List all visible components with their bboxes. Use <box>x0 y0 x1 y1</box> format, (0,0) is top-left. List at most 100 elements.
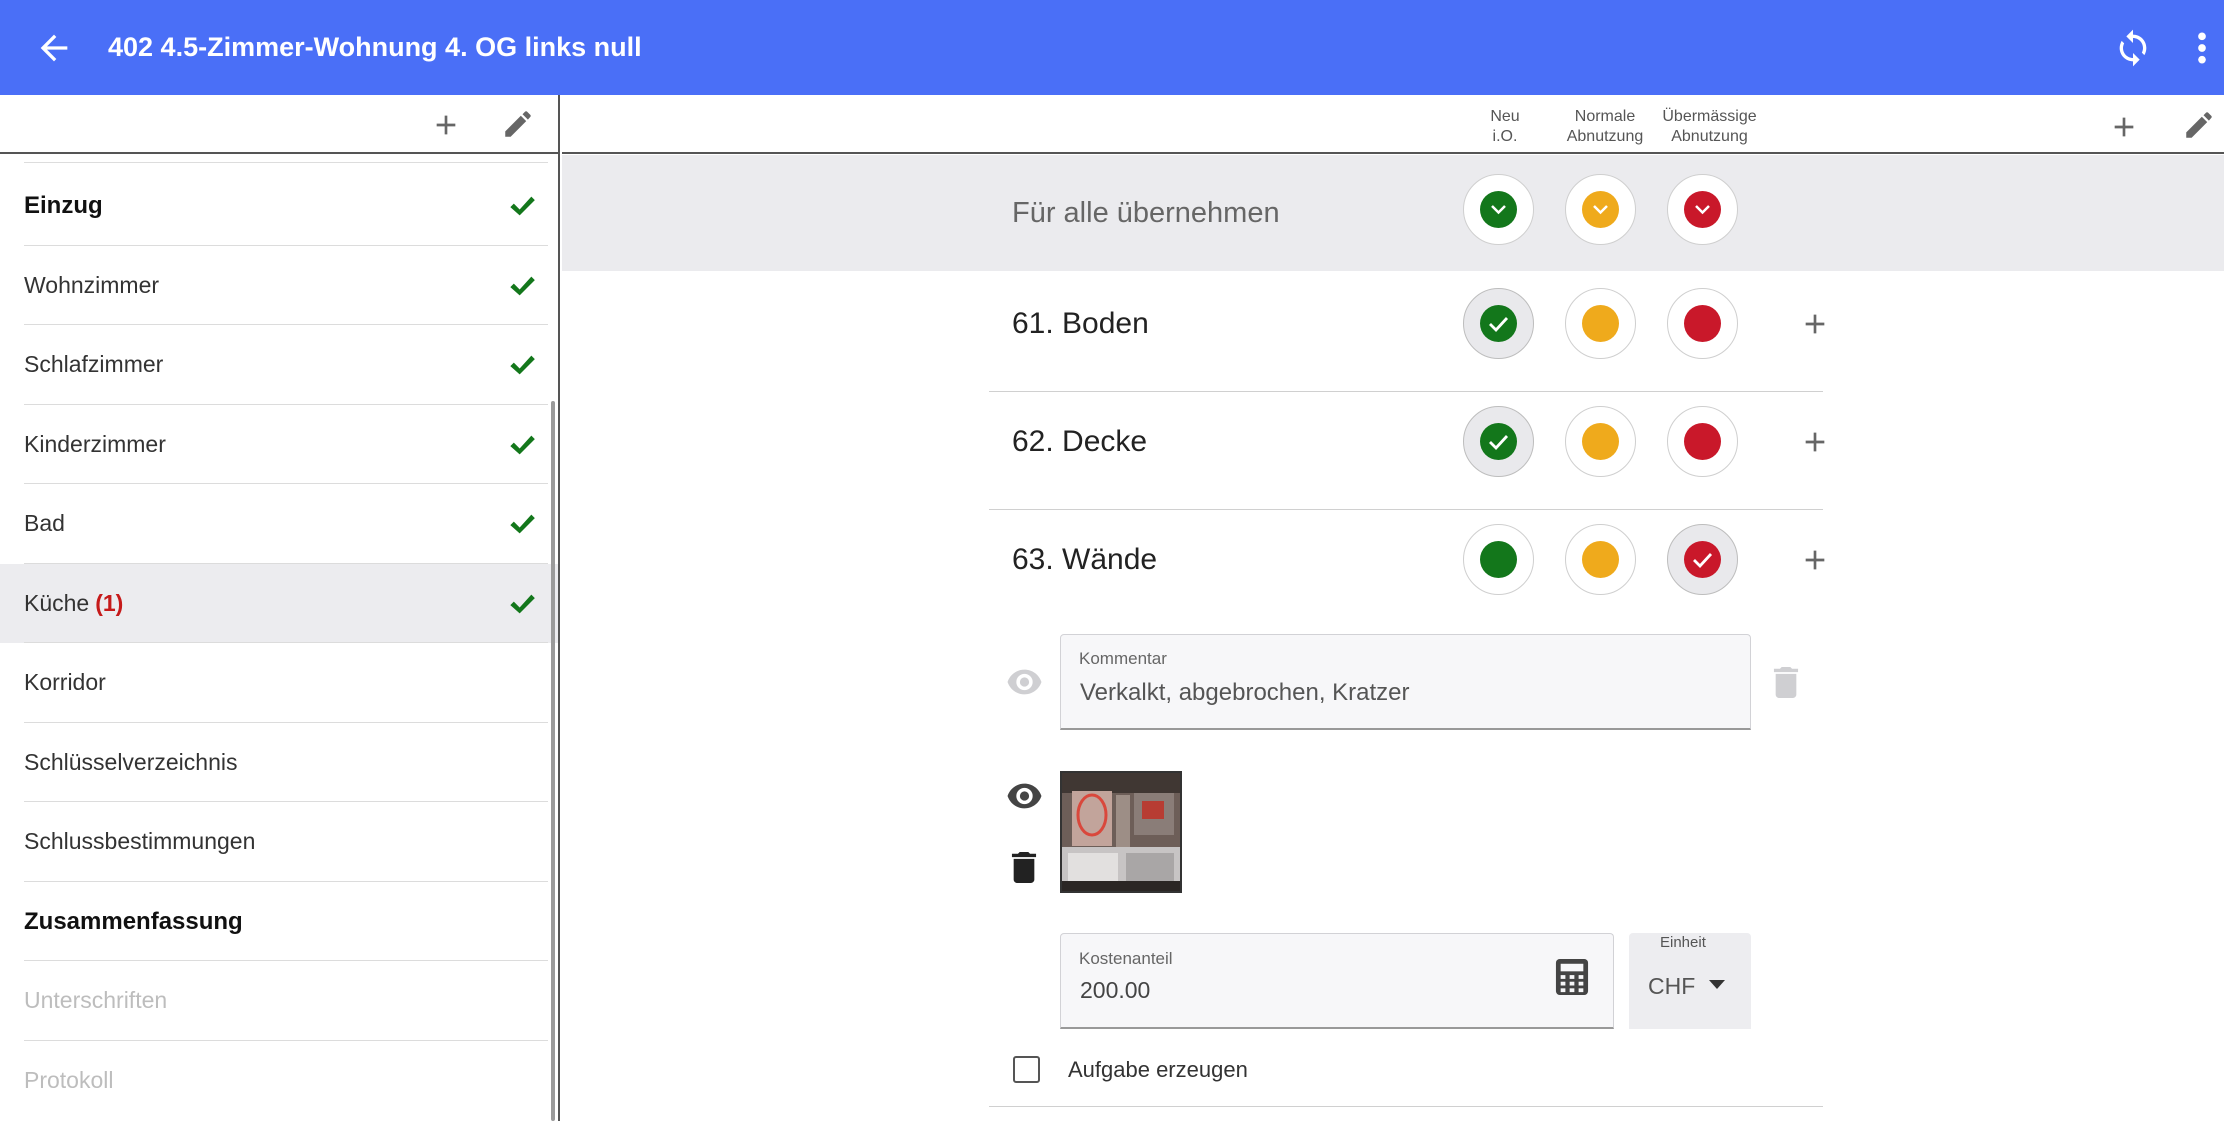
rating-green-button[interactable] <box>1463 524 1534 595</box>
check-icon <box>510 594 535 613</box>
column-neu-line1: Neu <box>1490 108 1520 125</box>
sidebar-toolbar <box>0 95 558 154</box>
rating-orange-button[interactable] <box>1565 406 1636 477</box>
item-row-boden: 61. Boden <box>989 274 1825 392</box>
trash-icon[interactable] <box>1773 667 1799 698</box>
sidebar-item-text: Küche <box>24 589 90 616</box>
more-vertical-icon[interactable] <box>2190 28 2214 68</box>
sidebar-item-label: Zusammenfassung <box>24 907 243 935</box>
apply-all-row: Für alle übernehmen <box>562 155 2224 271</box>
sidebar-item-label: Korridor <box>24 669 106 695</box>
sidebar-item-label: Schlussbestimmungen <box>24 828 256 854</box>
rating-green-button[interactable] <box>1463 288 1534 359</box>
column-neu: Neu i.O. <box>1470 107 1540 147</box>
rating-red-button[interactable] <box>1667 288 1738 359</box>
check-icon <box>1489 317 1509 333</box>
check-icon <box>510 514 535 534</box>
add-icon[interactable] <box>1799 308 1831 340</box>
section-list: Einzug Wohnzimmer Schlafzimmer Kinderzim… <box>0 162 558 1121</box>
comment-caption: Kommentar <box>1079 649 1167 668</box>
sidebar-item-protokoll: Protokoll <box>0 1041 558 1121</box>
rating-red-button[interactable] <box>1667 524 1738 595</box>
sidebar-item-einzug[interactable]: Einzug <box>0 166 558 246</box>
sidebar-item-unterschriften: Unterschriften <box>0 961 558 1041</box>
divider <box>989 1106 1823 1107</box>
item-row-waende: 63. Wände <box>989 510 1825 614</box>
item-label: 63. Wände <box>1012 543 1158 576</box>
cost-caption: Kostenanteil <box>1079 949 1173 968</box>
comment-field[interactable]: Kommentar Verkalkt, abgebrochen, Kratzer <box>1060 634 1751 730</box>
kitchen-photo-image <box>1062 773 1180 891</box>
comment-value: Verkalkt, abgebrochen, Kratzer <box>1080 679 1410 706</box>
sidebar-item-bad[interactable]: Bad <box>0 484 558 564</box>
check-icon <box>1489 435 1509 451</box>
rating-green-button[interactable] <box>1463 406 1534 477</box>
add-icon[interactable] <box>1799 426 1831 458</box>
sidebar-item-label: Küche (1) <box>24 564 123 644</box>
sidebar-item-label: Kinderzimmer <box>24 430 166 457</box>
calculator-icon[interactable] <box>1555 958 1589 996</box>
item-row-decke: 62. Decke <box>989 392 1825 510</box>
rating-orange-button[interactable] <box>1565 524 1636 595</box>
sidebar-item-kueche[interactable]: Küche (1) <box>0 563 558 644</box>
pencil-icon[interactable] <box>2182 108 2216 142</box>
sidebar-item-schluesselverzeichnis[interactable]: Schlüsselverzeichnis <box>0 723 558 802</box>
chevron-down-icon <box>1593 205 1608 215</box>
check-icon <box>510 435 535 454</box>
cost-value: 200.00 <box>1080 977 1151 1003</box>
issue-count-badge: (1) <box>95 589 124 616</box>
unit-value: CHF <box>1648 973 1696 999</box>
eye-icon[interactable] <box>1006 667 1043 697</box>
apply-all-orange-button[interactable] <box>1565 174 1636 245</box>
sidebar-item-wohnzimmer[interactable]: Wohnzimmer <box>0 246 558 325</box>
eye-icon[interactable] <box>1006 781 1043 811</box>
app-bar: 402 4.5-Zimmer-Wohnung 4. OG links null <box>0 0 2224 95</box>
apply-all-red-button[interactable] <box>1667 174 1738 245</box>
sidebar-item-schlussbestimmungen[interactable]: Schlussbestimmungen <box>0 802 558 882</box>
sidebar: Einzug Wohnzimmer Schlafzimmer Kinderzim… <box>0 95 560 1121</box>
sidebar-item-label: Schlafzimmer <box>24 351 164 377</box>
apply-all-green-button[interactable] <box>1463 174 1534 245</box>
column-excess: Übermässige Abnutzung <box>1642 107 1777 147</box>
check-icon <box>510 276 535 295</box>
check-icon <box>1693 553 1713 569</box>
rating-orange-button[interactable] <box>1565 288 1636 359</box>
rating-red-button[interactable] <box>1667 406 1738 477</box>
sidebar-item-schlafzimmer[interactable]: Schlafzimmer <box>0 325 558 405</box>
sidebar-item-label: Bad <box>24 510 65 536</box>
unit-select[interactable]: Einheit CHF <box>1629 933 1751 1029</box>
item-label: 61. Boden <box>1012 307 1149 340</box>
sidebar-item-label: Unterschriften <box>24 987 168 1013</box>
check-icon <box>510 196 535 216</box>
item-label: 62. Decke <box>1012 425 1148 458</box>
add-icon[interactable] <box>430 109 462 141</box>
apply-all-label: Für alle übernehmen <box>1012 197 1280 229</box>
create-task-checkbox[interactable] <box>1013 1056 1040 1083</box>
create-task-label: Aufgabe erzeugen <box>1068 1057 1248 1082</box>
sync-icon[interactable] <box>2113 28 2153 68</box>
add-icon[interactable] <box>1799 544 1831 576</box>
sidebar-item-label: Schlüsselverzeichnis <box>24 748 238 775</box>
sidebar-item-label: Wohnzimmer <box>24 271 160 298</box>
arrow-left-icon[interactable] <box>34 28 74 68</box>
sidebar-scrollbar[interactable] <box>551 401 555 1121</box>
photo-thumbnail[interactable] <box>1060 771 1182 893</box>
chevron-down-icon <box>1695 205 1710 215</box>
sidebar-item-kinderzimmer[interactable]: Kinderzimmer <box>0 405 558 484</box>
column-excess-line1: Übermässige <box>1662 108 1757 125</box>
dropdown-arrow-icon <box>1709 980 1725 989</box>
add-icon[interactable] <box>2108 111 2140 143</box>
column-neu-line2: i.O. <box>1492 128 1518 145</box>
sidebar-item-korridor[interactable]: Korridor <box>0 643 558 723</box>
unit-caption: Einheit <box>1660 934 1706 951</box>
pencil-icon[interactable] <box>501 107 535 141</box>
chevron-down-icon <box>1491 205 1506 215</box>
column-header: Neu i.O. Normale Abnutzung Übermässige A… <box>562 95 2224 154</box>
sidebar-item-label: Protokoll <box>24 1066 114 1093</box>
column-excess-line2: Abnutzung <box>1671 128 1748 145</box>
cost-share-field[interactable]: Kostenanteil 200.00 <box>1060 933 1614 1029</box>
page-title: 402 4.5-Zimmer-Wohnung 4. OG links null <box>108 32 642 62</box>
trash-icon[interactable] <box>1011 852 1037 883</box>
sidebar-item-zusammenfassung[interactable]: Zusammenfassung <box>0 882 558 961</box>
sidebar-item-label: Einzug <box>24 192 103 219</box>
